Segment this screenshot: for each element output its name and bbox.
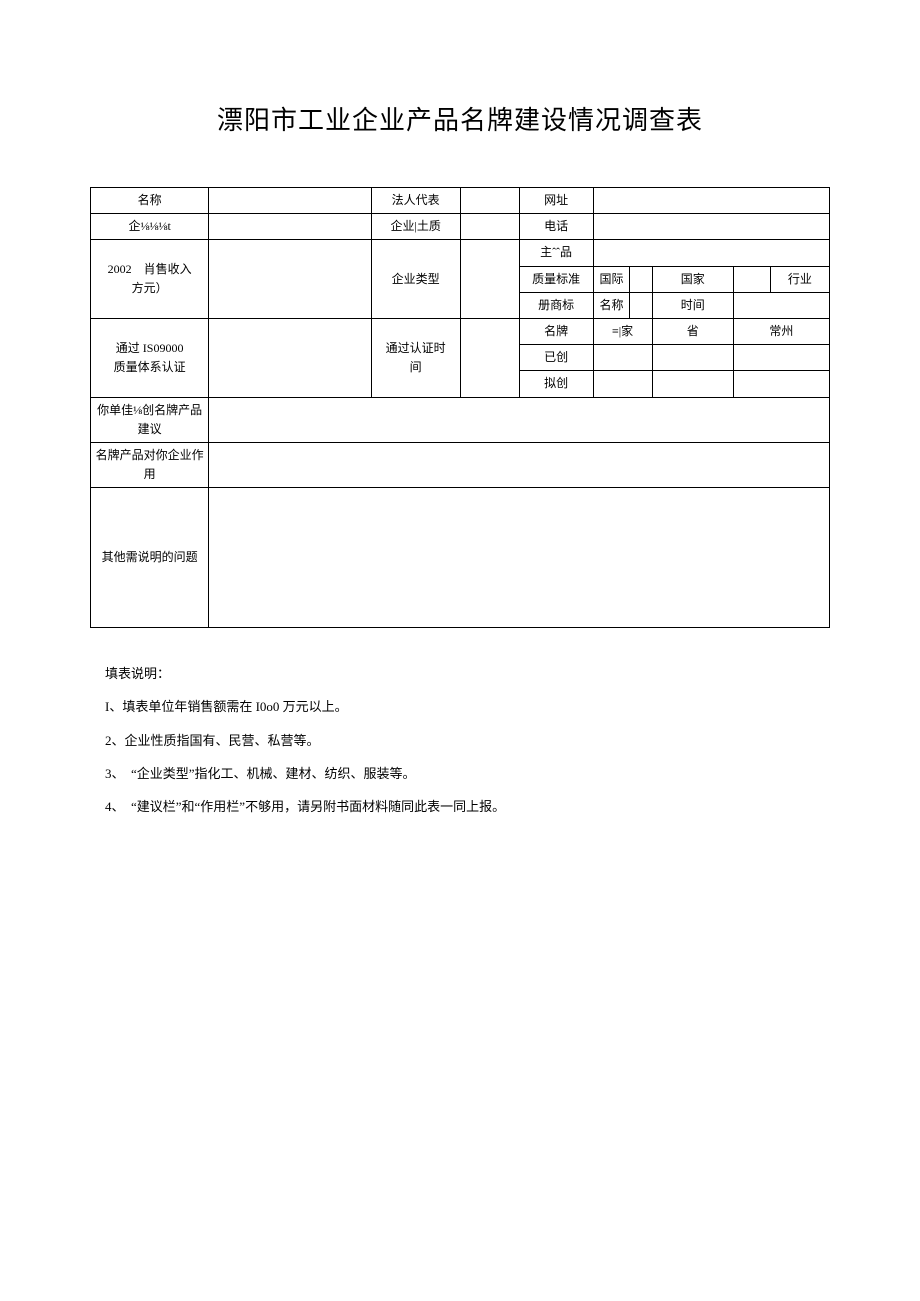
label-suggestion: 你单佳⅛创名牌产品 建议 xyxy=(91,397,209,442)
input-type[interactable] xyxy=(460,240,519,319)
input-cert-time[interactable] xyxy=(460,318,519,397)
label-nichuang: 拟创 xyxy=(519,371,593,397)
label-effect: 名牌产品对你企业作 用 xyxy=(91,442,209,487)
input-other[interactable] xyxy=(209,488,830,628)
label-website: 网址 xyxy=(519,188,593,214)
note-2: 2、企业性质指国有、民营、私营等。 xyxy=(105,725,830,756)
label-sales-2002: 2002 肖售收入 方元） xyxy=(91,240,209,319)
label-cert-time: 通过认证时 间 xyxy=(371,318,460,397)
label-legal-rep: 法人代表 xyxy=(371,188,460,214)
input-sales-2002[interactable] xyxy=(209,240,372,319)
label-iso: 通过 IS09000 质量体系认证 xyxy=(91,318,209,397)
label-tm-name: 名称 xyxy=(593,292,630,318)
input-tm-time[interactable] xyxy=(733,292,829,318)
note-3: 3、 “企业类型”指化工、机械、建材、纺织、服装等。 xyxy=(105,758,830,789)
label-name: 名称 xyxy=(91,188,209,214)
label-phone: 电话 xyxy=(519,214,593,240)
label-quality-std: 质量标准 xyxy=(519,266,593,292)
input-yichuang-province[interactable] xyxy=(652,345,733,371)
input-iso[interactable] xyxy=(209,318,372,397)
label-mingpai: 名牌 xyxy=(519,318,593,344)
input-yichuang-national[interactable] xyxy=(593,345,652,371)
input-name[interactable] xyxy=(209,188,372,214)
notes-section: 填表说明： I、填表单位年销售额需在 I0o0 万元以上。 2、企业性质指国有、… xyxy=(90,658,830,822)
label-tm-time: 时间 xyxy=(652,292,733,318)
page-title: 漂阳市工业企业产品名牌建设情况调查表 xyxy=(90,100,830,137)
label-level-national: ≡|家 xyxy=(593,318,652,344)
input-tm-name[interactable] xyxy=(630,292,652,318)
note-1: I、填表单位年销售额需在 I0o0 万元以上。 xyxy=(105,691,830,722)
label-yichuang: 已创 xyxy=(519,345,593,371)
input-intl[interactable] xyxy=(630,266,652,292)
input-suggestion[interactable] xyxy=(209,397,830,442)
label-type: 企业类型 xyxy=(371,240,460,319)
input-legal-rep[interactable] xyxy=(460,188,519,214)
label-main-product: 主ˆˆ品 xyxy=(519,240,593,266)
label-industry: 行业 xyxy=(770,266,829,292)
survey-form-table: 名称 法人代表 网址 企⅛⅛⅛t 企业|土质 电话 2002 肖售收入 方元） … xyxy=(90,187,830,628)
label-level-changzhou: 常州 xyxy=(733,318,829,344)
label-level-province: 省 xyxy=(652,318,733,344)
notes-intro: 填表说明： xyxy=(105,658,830,689)
input-company-code[interactable] xyxy=(209,214,372,240)
input-nichuang-national[interactable] xyxy=(593,371,652,397)
input-website[interactable] xyxy=(593,188,829,214)
input-nature[interactable] xyxy=(460,214,519,240)
input-yichuang-changzhou[interactable] xyxy=(733,345,829,371)
input-nichuang-changzhou[interactable] xyxy=(733,371,829,397)
label-national: 国家 xyxy=(652,266,733,292)
input-nichuang-province[interactable] xyxy=(652,371,733,397)
label-other: 其他需说明的问题 xyxy=(91,488,209,628)
note-4: 4、 “建议栏”和“作用栏”不够用，请另附书面材料随同此表一同上报。 xyxy=(105,791,830,822)
label-intl: 国际 xyxy=(593,266,630,292)
input-main-product[interactable] xyxy=(593,240,829,266)
input-phone[interactable] xyxy=(593,214,829,240)
input-effect[interactable] xyxy=(209,442,830,487)
label-nature: 企业|土质 xyxy=(371,214,460,240)
label-reg-trademark: 册商标 xyxy=(519,292,593,318)
input-national[interactable] xyxy=(733,266,770,292)
label-company-code: 企⅛⅛⅛t xyxy=(91,214,209,240)
